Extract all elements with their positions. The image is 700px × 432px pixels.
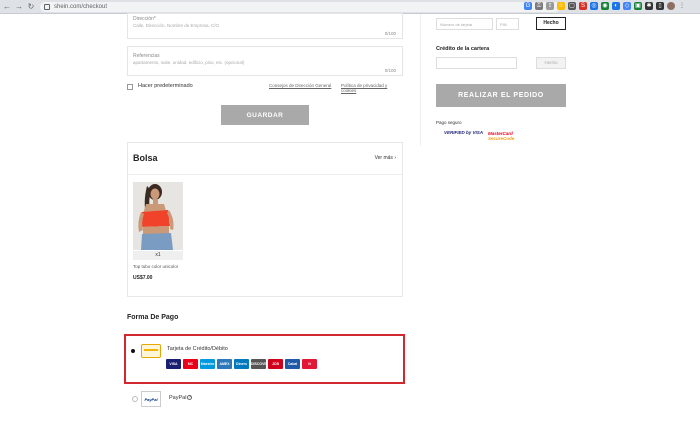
- extension-icon-5[interactable]: ◐: [612, 2, 620, 10]
- address-label: Dirección*: [133, 16, 156, 22]
- bag-section: Bolsa Ver más › x1 Top tubo color unicol…: [127, 142, 403, 297]
- save-button[interactable]: GUARDAR: [221, 105, 309, 125]
- references-count: 0/100: [384, 68, 396, 73]
- extension-icon-7[interactable]: ▣: [634, 2, 642, 10]
- privacy-link[interactable]: Política de privacidad y cookies: [341, 83, 403, 93]
- references-placeholder: apartamento, suite, unidad, edificio, pi…: [133, 60, 245, 65]
- product-image[interactable]: [133, 182, 183, 250]
- address-field[interactable]: Dirección* Calle, Dirección, Nombre de E…: [127, 13, 403, 39]
- bag-title: Bolsa: [133, 153, 158, 163]
- reload-icon[interactable]: ↻: [26, 1, 36, 13]
- sidebar-icon[interactable]: ▯: [656, 2, 664, 10]
- card-radio[interactable]: [131, 349, 135, 353]
- product-name[interactable]: Top tubo color unicolor: [133, 264, 178, 269]
- references-label: Referencias: [133, 53, 160, 59]
- place-order-button[interactable]: REALIZAR EL PEDIDO: [436, 84, 566, 107]
- forward-icon[interactable]: →: [14, 1, 24, 13]
- extensions-bar: G ⚿ ⇪ ☆ ▢ S ◎ ◉ ◐ ◇ ▣ ✱ ▯ ⋮: [524, 2, 686, 10]
- extension-icon-2[interactable]: S: [579, 2, 587, 10]
- product-photo: [133, 182, 183, 250]
- credit-card-icon: [141, 344, 161, 358]
- card-brands: VISA MC Maestro AMEX Diners DISCOVER JCB Cabal N: [166, 359, 317, 369]
- browser-toolbar: ← → ↻ shein.com/checkout G ⚿ ⇪ ☆ ▢ S ◎ ◉…: [0, 0, 700, 14]
- avatar[interactable]: [667, 2, 675, 10]
- address-count: 0/100: [384, 31, 396, 36]
- brand-cabal-icon: Cabal: [285, 359, 300, 369]
- star-icon[interactable]: ☆: [557, 2, 565, 10]
- see-more-label: Ver más: [374, 155, 393, 161]
- extension-icon-3[interactable]: ◎: [590, 2, 598, 10]
- wallet-title: Crédito de la cartera: [436, 46, 490, 52]
- gift-card-input[interactable]: Número de tarjeta: [436, 18, 493, 30]
- column-divider: [420, 14, 421, 146]
- paypal-radio[interactable]: [132, 396, 138, 402]
- paypal-label: PayPal: [169, 395, 187, 401]
- share-icon[interactable]: ⇪: [546, 2, 554, 10]
- pin-input[interactable]: PIN: [496, 18, 519, 30]
- product-price: US$7.00: [133, 275, 153, 281]
- gift-card-done-button[interactable]: Hecho: [536, 17, 566, 30]
- extension-icon-6[interactable]: ◇: [623, 2, 631, 10]
- default-checkbox[interactable]: [127, 84, 133, 90]
- mastercard-securecode-icon: MasterCard SecureCode: [488, 131, 514, 141]
- puzzle-icon[interactable]: ✱: [645, 2, 653, 10]
- brand-maestro-icon: Maestro: [200, 359, 215, 369]
- help-icon[interactable]: ?: [187, 395, 193, 401]
- key-icon[interactable]: ⚿: [535, 2, 543, 10]
- brand-n-icon: N: [302, 359, 317, 369]
- brand-jcb-icon: JCB: [268, 359, 283, 369]
- payment-title: Forma De Pago: [127, 314, 179, 321]
- paypal-label-wrap: PayPal?: [169, 395, 193, 401]
- brand-diners-icon: Diners: [234, 359, 249, 369]
- card-payment-option[interactable]: Tarjeta de Crédito/Débito VISA MC Maestro A…: [124, 334, 405, 384]
- brand-amex-icon: AMEX: [217, 359, 232, 369]
- wallet-done-button[interactable]: Hecho: [536, 57, 566, 69]
- google-icon[interactable]: G: [524, 2, 532, 10]
- msc-text-2: SecureCode: [488, 136, 515, 141]
- references-field[interactable]: Referencias apartamento, suite, unidad, …: [127, 46, 403, 76]
- address-tips-link[interactable]: Consejos de Dirección General: [269, 83, 331, 88]
- brand-visa-icon: VISA: [166, 359, 181, 369]
- bag-divider: [128, 174, 402, 175]
- default-label: Hacer predeterminado: [138, 83, 193, 89]
- paypal-payment-option[interactable]: PayPal PayPal?: [127, 389, 403, 411]
- chevron-right-icon: ›: [394, 155, 396, 161]
- see-more-link[interactable]: Ver más ›: [375, 155, 396, 161]
- brand-mc-icon: MC: [183, 359, 198, 369]
- paypal-logo-icon: PayPal: [141, 391, 161, 407]
- lock-icon: [44, 4, 50, 10]
- address-placeholder: Calle, Dirección, Nombre de Empresa, C/O: [133, 23, 220, 28]
- product-qty: x1: [133, 251, 183, 260]
- url-text: shein.com/checkout: [54, 4, 108, 10]
- extension-icon-4[interactable]: ◉: [601, 2, 609, 10]
- more-menu-icon[interactable]: ⋮: [678, 2, 686, 10]
- back-icon[interactable]: ←: [2, 1, 12, 13]
- address-bar[interactable]: shein.com/checkout: [40, 2, 560, 12]
- secure-payment-title: Pago seguro: [436, 120, 462, 125]
- brand-discover-icon: DISCOVER: [251, 359, 269, 369]
- card-label: Tarjeta de Crédito/Débito: [167, 346, 228, 352]
- wallet-input[interactable]: [436, 57, 517, 69]
- extension-icon-1[interactable]: ▢: [568, 2, 576, 10]
- verified-by-visa-icon: VERIFIED by VISA: [444, 130, 484, 135]
